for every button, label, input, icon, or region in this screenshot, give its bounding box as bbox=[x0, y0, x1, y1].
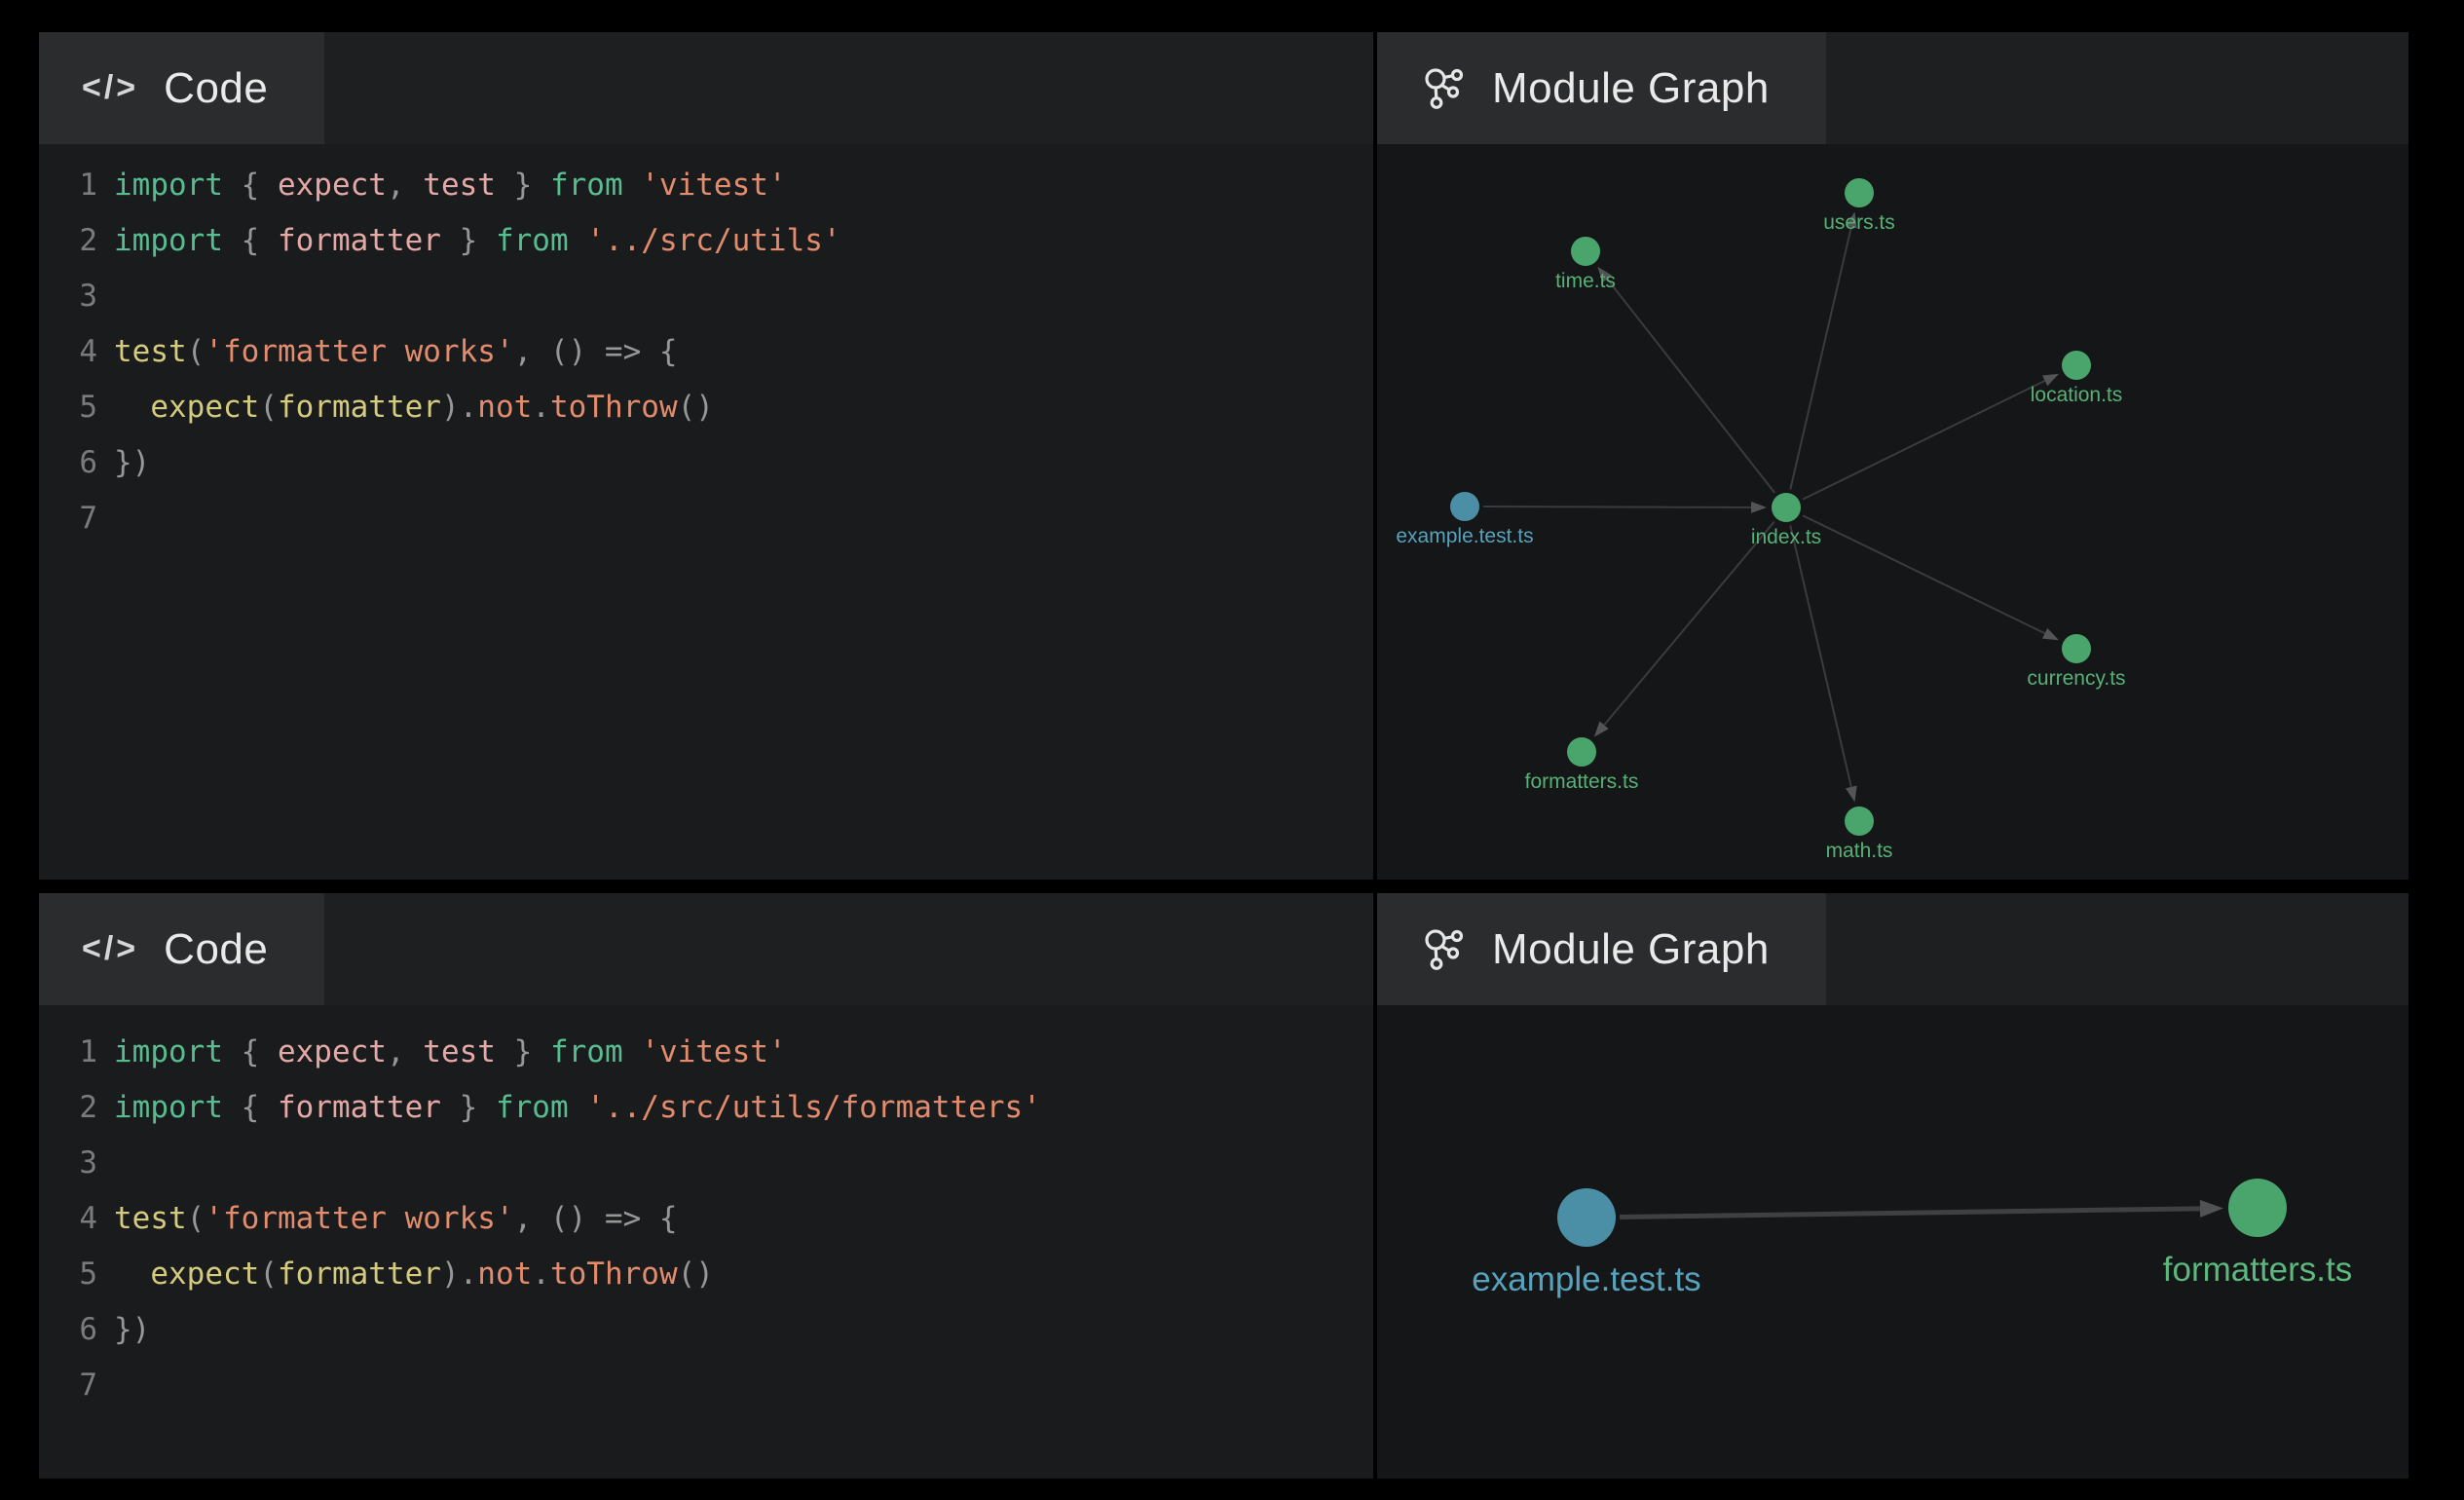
code-panel-top: </> Code 1import { expect, test } from '… bbox=[39, 32, 1373, 880]
module-graph-panel-bottom: Module Graph example.test.ts formatters.t… bbox=[1377, 893, 2408, 1479]
code-line: 2import { formatter } from '../src/utils… bbox=[39, 1080, 1373, 1136]
tab-code[interactable]: </> Code bbox=[39, 893, 324, 1005]
graph-edge-arrowhead bbox=[1846, 786, 1857, 803]
code-line: 5 expect(formatter).not.toThrow() bbox=[39, 380, 1373, 435]
code-editor-bottom[interactable]: 1import { expect, test } from 'vitest'2i… bbox=[39, 1005, 1373, 1479]
graph-node-formatters.ts[interactable] bbox=[2228, 1179, 2287, 1237]
line-number: 2 bbox=[39, 1080, 97, 1136]
code-line: 2import { formatter } from '../src/utils… bbox=[39, 213, 1373, 269]
graph-node-example.test.ts[interactable] bbox=[1450, 492, 1479, 521]
code-line: 3 bbox=[39, 1136, 1373, 1191]
graph-node-label: users.ts bbox=[1823, 211, 1895, 234]
line-number: 6 bbox=[39, 435, 97, 491]
code-line: 7 bbox=[39, 491, 1373, 546]
code-panel-bottom: </> Code 1import { expect, test } from '… bbox=[39, 893, 1373, 1479]
module-graph-canvas-bottom[interactable]: example.test.ts formatters.ts bbox=[1377, 1005, 2408, 1479]
line-number: 7 bbox=[39, 491, 97, 546]
tab-module-graph[interactable]: Module Graph bbox=[1377, 893, 1826, 1005]
line-number: 5 bbox=[39, 1247, 97, 1302]
code-icon: </> bbox=[82, 930, 138, 968]
line-number: 6 bbox=[39, 1302, 97, 1358]
tab-code-label: Code bbox=[164, 925, 268, 974]
tab-module-graph[interactable]: Module Graph bbox=[1377, 32, 1826, 144]
graph-node-label: location.ts bbox=[2031, 384, 2123, 406]
code-line: 4test('formatter works', () => { bbox=[39, 324, 1373, 380]
graph-edge bbox=[1803, 515, 2045, 633]
line-number: 4 bbox=[39, 1191, 97, 1247]
graph-edge-arrowhead bbox=[2200, 1200, 2223, 1218]
code-line: 3 bbox=[39, 269, 1373, 324]
code-line: 1import { expect, test } from 'vitest' bbox=[39, 158, 1373, 213]
graph-edge-arrowhead bbox=[1751, 502, 1767, 513]
graph-edge bbox=[1483, 506, 1751, 507]
module-graph-canvas-top[interactable]: users.ts time.ts location.ts example.test.t… bbox=[1377, 144, 2408, 880]
graph-node-label: example.test.ts bbox=[1472, 1260, 1700, 1298]
graph-node-label: formatters.ts bbox=[1525, 770, 1639, 793]
graph-node-formatters.ts[interactable] bbox=[1567, 737, 1596, 767]
graph-node-label: math.ts bbox=[1826, 840, 1893, 862]
graph-edge bbox=[1790, 227, 1851, 489]
graph-node-index.ts[interactable] bbox=[1772, 493, 1801, 522]
panel-row-top: </> Code 1import { expect, test } from '… bbox=[39, 32, 2408, 880]
code-icon: </> bbox=[82, 69, 138, 107]
graph-edge bbox=[1803, 381, 2045, 500]
module-graph-panel-header: Module Graph bbox=[1377, 893, 2408, 1005]
graph-edge bbox=[1604, 522, 1774, 726]
code-panel-header: </> Code bbox=[39, 893, 1373, 1005]
tab-code-label: Code bbox=[164, 64, 268, 113]
graph-node-label: example.test.ts bbox=[1396, 525, 1533, 547]
graph-edge bbox=[1607, 279, 1774, 493]
code-line: 6}) bbox=[39, 435, 1373, 491]
line-number: 7 bbox=[39, 1358, 97, 1413]
code-line: 4test('formatter works', () => { bbox=[39, 1191, 1373, 1247]
line-number: 3 bbox=[39, 1136, 97, 1191]
graph-edge-arrowhead bbox=[2042, 628, 2059, 640]
module-graph-icon bbox=[1420, 926, 1467, 973]
graph-node-currency.ts[interactable] bbox=[2062, 634, 2091, 663]
graph-node-label: currency.ts bbox=[2027, 667, 2125, 690]
code-editor-top[interactable]: 1import { expect, test } from 'vitest'2i… bbox=[39, 144, 1373, 880]
code-line: 7 bbox=[39, 1358, 1373, 1413]
code-panel-header: </> Code bbox=[39, 32, 1373, 144]
tab-code[interactable]: </> Code bbox=[39, 32, 324, 144]
graph-node-label: time.ts bbox=[1555, 270, 1616, 292]
tab-module-graph-label: Module Graph bbox=[1492, 64, 1770, 113]
line-number: 4 bbox=[39, 324, 97, 380]
line-number: 1 bbox=[39, 158, 97, 213]
graph-node-label: formatters.ts bbox=[2163, 1251, 2352, 1289]
graph-node-label: index.ts bbox=[1751, 526, 1821, 548]
graph-node-location.ts[interactable] bbox=[2062, 351, 2091, 380]
tab-module-graph-label: Module Graph bbox=[1492, 925, 1770, 974]
graph-node-example.test.ts[interactable] bbox=[1557, 1188, 1616, 1247]
workspace: </> Code 1import { expect, test } from '… bbox=[39, 32, 2408, 1479]
code-line: 5 expect(formatter).not.toThrow() bbox=[39, 1247, 1373, 1302]
code-line: 6}) bbox=[39, 1302, 1373, 1358]
line-number: 1 bbox=[39, 1025, 97, 1080]
panel-row-bottom: </> Code 1import { expect, test } from '… bbox=[39, 893, 2408, 1479]
graph-node-math.ts[interactable] bbox=[1845, 806, 1874, 836]
module-graph-panel-top: Module Graph users.ts time.ts location.ts e… bbox=[1377, 32, 2408, 880]
graph-node-users.ts[interactable] bbox=[1845, 178, 1874, 207]
line-number: 5 bbox=[39, 380, 97, 435]
graph-edge bbox=[1620, 1209, 2200, 1218]
module-graph-panel-header: Module Graph bbox=[1377, 32, 2408, 144]
code-line: 1import { expect, test } from 'vitest' bbox=[39, 1025, 1373, 1080]
module-graph-icon bbox=[1420, 65, 1467, 112]
graph-node-time.ts[interactable] bbox=[1571, 237, 1600, 266]
line-number: 2 bbox=[39, 213, 97, 269]
graph-edge bbox=[1790, 526, 1851, 787]
line-number: 3 bbox=[39, 269, 97, 324]
